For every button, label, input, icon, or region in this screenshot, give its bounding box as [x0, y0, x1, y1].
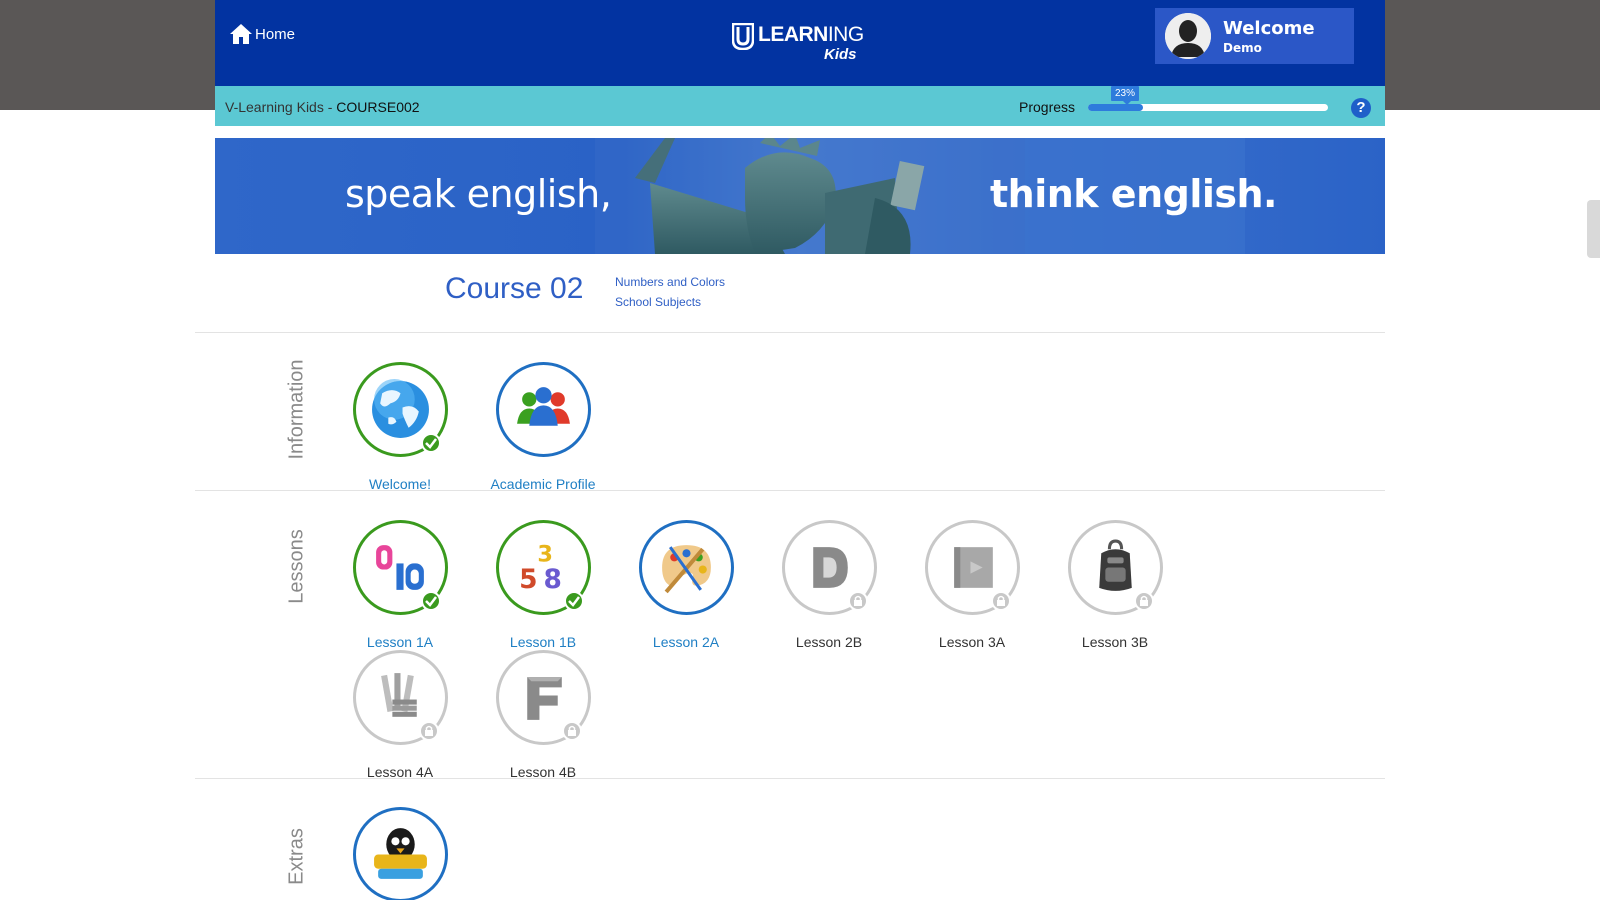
help-button[interactable]: ?: [1351, 98, 1371, 118]
course-bar: V-Learning Kids - COURSE002 Progress 23%…: [215, 86, 1385, 126]
course-code: COURSE002: [336, 99, 420, 115]
lesson-3a[interactable]: Lesson 3A: [907, 520, 1037, 650]
activity-academic-profile[interactable]: Academic Profile: [478, 362, 608, 492]
welcome-username: Demo: [1223, 40, 1262, 55]
numbers-538-icon: 3 5 8: [519, 541, 562, 595]
lesson-label: Lesson 1B: [509, 634, 577, 650]
home-label: Home: [255, 25, 296, 43]
backpack-icon: [1098, 539, 1132, 591]
side-feedback-tab[interactable]: [1587, 200, 1600, 258]
banner-text-right: think english.: [990, 172, 1277, 216]
section-label-lessons: Lessons: [285, 529, 308, 604]
progress-badge: 23%: [1111, 86, 1140, 105]
progress-label: Progress: [1019, 99, 1076, 115]
extras-winnies-world[interactable]: [335, 807, 465, 900]
site-name: V-Learning Kids -: [225, 99, 337, 115]
lesson-label: Lesson 2A: [652, 634, 720, 650]
letter-d-icon: [812, 547, 848, 588]
people-icon: [516, 387, 570, 426]
lesson-label: Lesson 2B: [795, 634, 863, 650]
welcome-title: Welcome: [1223, 17, 1315, 39]
logo-wordmark: LEARNING: [758, 23, 864, 46]
user-silhouette-icon: [1165, 13, 1211, 59]
locked-icon: [561, 721, 582, 741]
lesson-3b[interactable]: Lesson 3B: [1050, 520, 1180, 650]
avatar: [1165, 13, 1211, 59]
svg-text:5: 5: [519, 564, 537, 595]
ulearning-kids-logo: LEARNING Kids: [732, 20, 872, 66]
winnies-world-icon: [373, 828, 427, 879]
logo-kids: Kids: [824, 46, 857, 63]
activity-welcome[interactable]: Welcome!: [335, 362, 465, 492]
section-divider: [195, 778, 1385, 779]
user-welcome-panel[interactable]: Welcome Demo: [1155, 8, 1354, 64]
numbers-010-icon: [375, 545, 424, 590]
lesson-label: Lesson 3B: [1081, 634, 1149, 650]
top-header: Home LEARNING Kids Welcome Demo: [215, 0, 1385, 86]
home-icon: [230, 24, 252, 44]
topic-link[interactable]: School Subjects: [615, 292, 725, 312]
lesson-label: Lesson 1A: [366, 634, 434, 650]
banner-text-left: speak english,: [345, 172, 612, 216]
progress-bar: [1088, 104, 1328, 111]
section-label-extras: Extras: [285, 828, 308, 885]
completed-check-icon: [563, 591, 584, 611]
locked-icon: [990, 591, 1011, 611]
lesson-4b[interactable]: Lesson 4B: [478, 650, 608, 780]
locked-icon: [847, 591, 868, 611]
globe-icon: [371, 379, 429, 438]
topic-link[interactable]: Numbers and Colors: [615, 272, 725, 292]
home-link[interactable]: Home: [229, 22, 295, 46]
completed-check-icon: [420, 591, 441, 611]
lesson-2b[interactable]: Lesson 2B: [764, 520, 894, 650]
lesson-2a[interactable]: Lesson 2A: [621, 520, 751, 650]
course-title: Course 02: [445, 272, 584, 305]
breadcrumb: V-Learning Kids - COURSE002: [225, 99, 420, 115]
lesson-4a[interactable]: Lesson 4A: [335, 650, 465, 780]
progress-fill: [1088, 104, 1144, 111]
course-topics: Numbers and Colors School Subjects: [615, 272, 725, 312]
u-logo-icon: [732, 23, 754, 50]
hero-banner: speak english, think english.: [215, 138, 1385, 254]
section-label-information: Information: [285, 359, 308, 460]
lesson-label: Lesson 3A: [938, 634, 1006, 650]
section-divider: [195, 490, 1385, 491]
lesson-1a[interactable]: Lesson 1A: [335, 520, 465, 650]
completed-check-icon: [420, 433, 441, 453]
letter-f-icon: [526, 677, 562, 720]
svg-text:8: 8: [543, 564, 561, 595]
lesson-1b[interactable]: 3 5 8 Lesson 1B: [478, 520, 608, 650]
locked-icon: [418, 721, 439, 741]
section-divider: [195, 332, 1385, 333]
locked-icon: [1133, 591, 1154, 611]
paint-palette-icon: [661, 545, 711, 594]
pencils-icon: [380, 673, 417, 717]
book-icon: [953, 547, 993, 588]
